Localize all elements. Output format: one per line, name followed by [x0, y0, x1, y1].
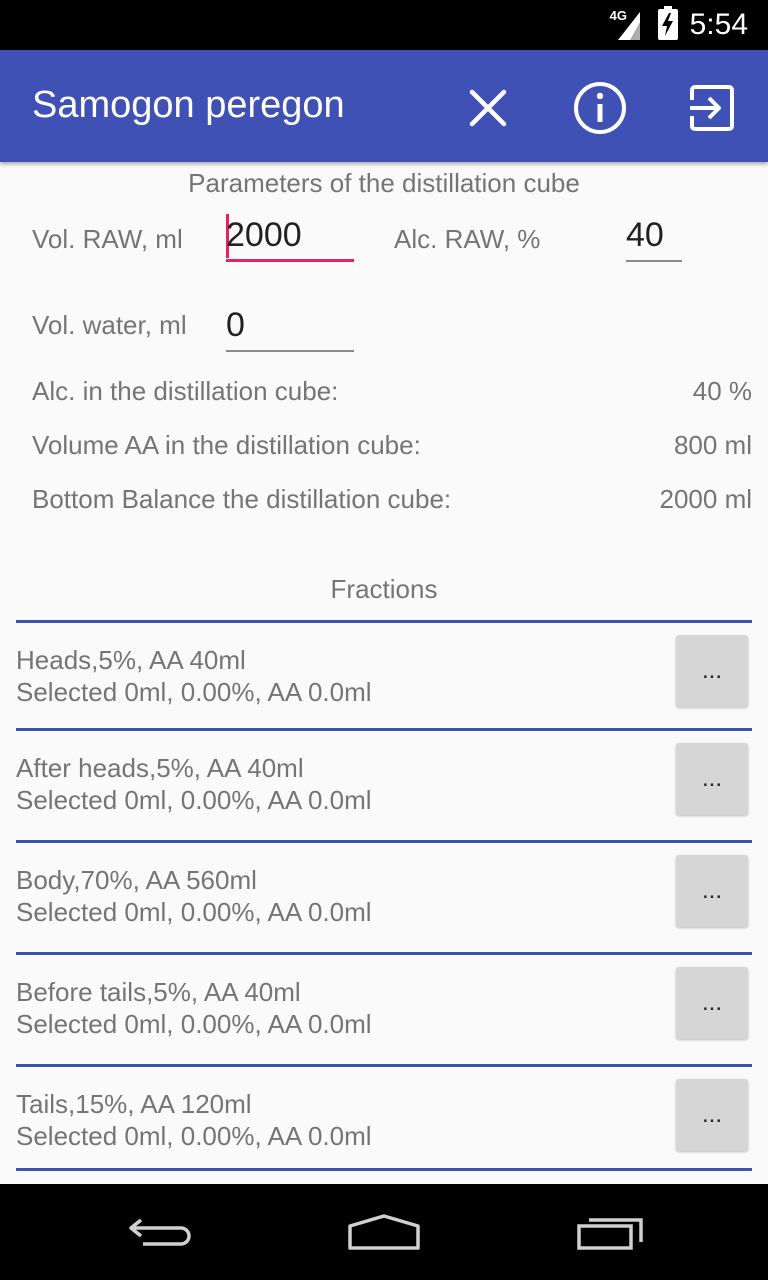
alc-raw-label: Alc. RAW, % — [394, 224, 541, 254]
alc-in-cube-label: Alc. in the distillation cube: — [32, 376, 339, 406]
fraction-summary: Tails,15%, AA 120ml — [16, 1089, 252, 1119]
info-icon[interactable] — [570, 78, 630, 138]
bottom-balance-label: Bottom Balance the distillation cube: — [32, 484, 452, 514]
fraction-heads: Heads,5%, AA 40ml Selected 0ml, 0.00%, A… — [16, 620, 752, 735]
fraction-before-tails: Before tails,5%, AA 40ml Selected 0ml, 0… — [16, 952, 752, 1067]
fraction-body: Body,70%, AA 560ml Selected 0ml, 0.00%, … — [16, 840, 752, 955]
fraction-after-heads-edit-button[interactable]: ... — [676, 743, 748, 815]
fraction-selected: Selected 0ml, 0.00%, AA 0.0ml — [16, 785, 372, 815]
fraction-selected: Selected 0ml, 0.00%, AA 0.0ml — [16, 897, 372, 927]
alc-raw-underline — [626, 260, 682, 262]
vol-water-value: 0 — [226, 306, 245, 344]
fractions-title: Fractions — [330, 574, 438, 604]
navigation-bar — [0, 1184, 768, 1280]
vol-raw-field[interactable]: 2000 — [226, 210, 354, 262]
fraction-summary: Heads,5%, AA 40ml — [16, 645, 246, 675]
app-bar: Samogon peregon — [0, 50, 768, 162]
fraction-after-heads: After heads,5%, AA 40ml Selected 0ml, 0.… — [16, 728, 752, 843]
fraction-summary: Before tails,5%, AA 40ml — [16, 977, 301, 1007]
volume-aa-label: Volume AA in the distillation cube: — [32, 430, 421, 460]
fraction-tails-edit-button[interactable]: ... — [676, 1079, 748, 1151]
network-signal-icon: 4G — [610, 8, 646, 42]
fraction-selected: Selected 0ml, 0.00%, AA 0.0ml — [16, 677, 372, 707]
vol-water-underline — [226, 350, 354, 352]
fraction-selected: Selected 0ml, 0.00%, AA 0.0ml — [16, 1009, 372, 1039]
vol-raw-label: Vol. RAW, ml — [32, 224, 183, 254]
vol-raw-underline — [226, 259, 354, 262]
fraction-body-edit-button[interactable]: ... — [676, 855, 748, 927]
alc-raw-field[interactable]: 40 — [626, 210, 682, 262]
volume-aa-value: 800 ml — [673, 430, 752, 460]
alc-raw-value: 40 — [626, 216, 664, 254]
fraction-tails: Tails,15%, AA 120ml Selected 0ml, 0.00%,… — [16, 1064, 752, 1179]
fraction-summary: Body,70%, AA 560ml — [16, 865, 257, 895]
close-icon[interactable] — [458, 78, 518, 138]
back-icon[interactable] — [110, 1204, 210, 1260]
battery-charging-icon — [657, 5, 678, 45]
app-title: Samogon peregon — [32, 84, 345, 126]
status-bar: 4G 5:54 — [0, 0, 768, 50]
clock: 5:54 — [689, 8, 748, 41]
alc-in-cube-value: 40 % — [692, 376, 752, 406]
bottom-balance-value: 2000 ml — [659, 484, 753, 514]
fraction-selected: Selected 0ml, 0.00%, AA 0.0ml — [16, 1121, 372, 1151]
vol-water-label: Vol. water, ml — [32, 310, 187, 340]
fraction-before-tails-edit-button[interactable]: ... — [676, 967, 748, 1039]
home-icon[interactable] — [334, 1204, 434, 1260]
fraction-heads-edit-button[interactable]: ... — [676, 635, 748, 707]
recents-icon[interactable] — [560, 1204, 660, 1260]
divider — [16, 1168, 752, 1171]
vol-water-field[interactable]: 0 — [226, 300, 354, 352]
fraction-summary: After heads,5%, AA 40ml — [16, 753, 304, 783]
params-section-title: Parameters of the distillation cube — [188, 168, 580, 198]
vol-raw-value: 2000 — [226, 216, 302, 254]
exit-icon[interactable] — [682, 78, 742, 138]
